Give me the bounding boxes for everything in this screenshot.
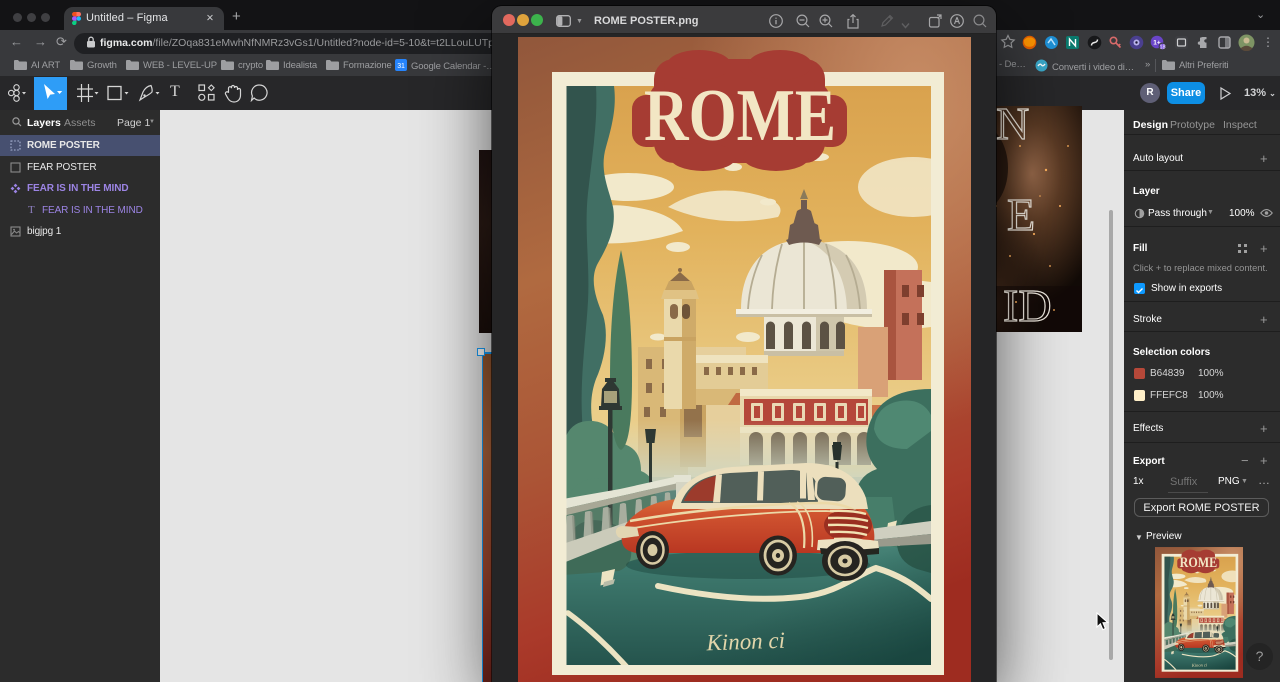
svg-text:E: E [1007, 189, 1035, 240]
svg-text:31: 31 [397, 63, 405, 70]
svg-text:N: N [996, 106, 1029, 149]
svg-text:18: 18 [1159, 45, 1165, 51]
svg-text:ID: ID [1003, 280, 1052, 331]
